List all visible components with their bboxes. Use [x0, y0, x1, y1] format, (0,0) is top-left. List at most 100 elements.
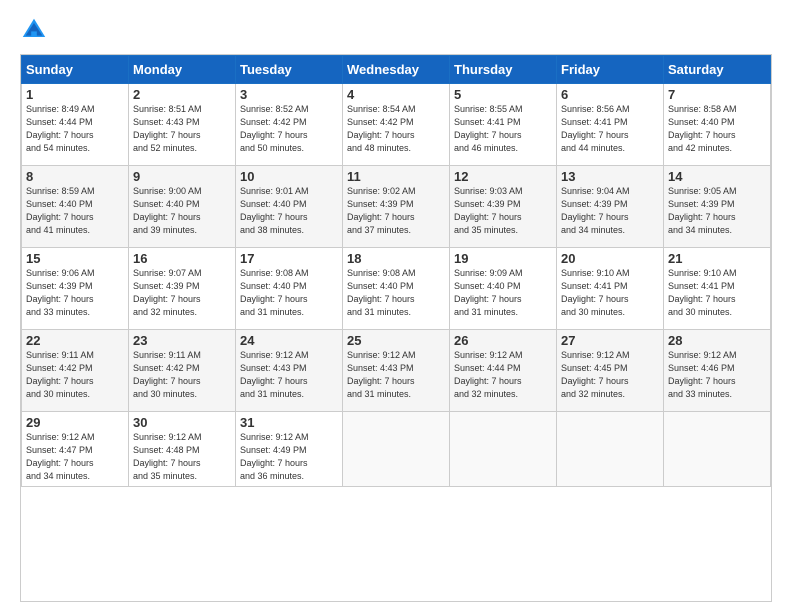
day-info: Sunrise: 9:06 AM Sunset: 4:39 PM Dayligh… [26, 267, 124, 319]
daylight-minutes: and 42 minutes. [668, 143, 732, 153]
day-info: Sunrise: 9:04 AM Sunset: 4:39 PM Dayligh… [561, 185, 659, 237]
day-cell: 3 Sunrise: 8:52 AM Sunset: 4:42 PM Dayli… [236, 84, 343, 166]
day-cell: 5 Sunrise: 8:55 AM Sunset: 4:41 PM Dayli… [450, 84, 557, 166]
week-row-2: 8 Sunrise: 8:59 AM Sunset: 4:40 PM Dayli… [22, 166, 771, 248]
daylight-label: Daylight: 7 hours [26, 294, 94, 304]
sunset-label: Sunset: 4:40 PM [26, 199, 93, 209]
day-number: 22 [26, 333, 124, 348]
daylight-minutes: and 44 minutes. [561, 143, 625, 153]
sunset-label: Sunset: 4:41 PM [561, 281, 628, 291]
sunset-label: Sunset: 4:46 PM [668, 363, 735, 373]
day-info: Sunrise: 9:09 AM Sunset: 4:40 PM Dayligh… [454, 267, 552, 319]
day-info: Sunrise: 8:55 AM Sunset: 4:41 PM Dayligh… [454, 103, 552, 155]
day-cell: 22 Sunrise: 9:11 AM Sunset: 4:42 PM Dayl… [22, 330, 129, 412]
day-number: 27 [561, 333, 659, 348]
sunset-label: Sunset: 4:39 PM [133, 281, 200, 291]
daylight-minutes: and 52 minutes. [133, 143, 197, 153]
header [20, 16, 772, 44]
logo-icon [20, 16, 48, 44]
sunset-label: Sunset: 4:40 PM [454, 281, 521, 291]
daylight-label: Daylight: 7 hours [347, 212, 415, 222]
day-number: 15 [26, 251, 124, 266]
day-cell: 11 Sunrise: 9:02 AM Sunset: 4:39 PM Dayl… [343, 166, 450, 248]
daylight-minutes: and 34 minutes. [26, 471, 90, 481]
sunrise-label: Sunrise: 9:10 AM [668, 268, 737, 278]
daylight-label: Daylight: 7 hours [454, 212, 522, 222]
day-cell [343, 412, 450, 487]
day-info: Sunrise: 8:56 AM Sunset: 4:41 PM Dayligh… [561, 103, 659, 155]
day-number: 19 [454, 251, 552, 266]
sunrise-label: Sunrise: 9:12 AM [454, 350, 523, 360]
day-info: Sunrise: 9:07 AM Sunset: 4:39 PM Dayligh… [133, 267, 231, 319]
day-info: Sunrise: 9:11 AM Sunset: 4:42 PM Dayligh… [133, 349, 231, 401]
sunrise-label: Sunrise: 8:51 AM [133, 104, 202, 114]
daylight-minutes: and 35 minutes. [454, 225, 518, 235]
week-row-5: 29 Sunrise: 9:12 AM Sunset: 4:47 PM Dayl… [22, 412, 771, 487]
sunset-label: Sunset: 4:48 PM [133, 445, 200, 455]
day-cell: 18 Sunrise: 9:08 AM Sunset: 4:40 PM Dayl… [343, 248, 450, 330]
day-info: Sunrise: 9:12 AM Sunset: 4:49 PM Dayligh… [240, 431, 338, 483]
header-cell-thursday: Thursday [450, 56, 557, 84]
daylight-label: Daylight: 7 hours [26, 376, 94, 386]
day-info: Sunrise: 8:49 AM Sunset: 4:44 PM Dayligh… [26, 103, 124, 155]
sunrise-label: Sunrise: 8:55 AM [454, 104, 523, 114]
week-row-3: 15 Sunrise: 9:06 AM Sunset: 4:39 PM Dayl… [22, 248, 771, 330]
sunrise-label: Sunrise: 9:10 AM [561, 268, 630, 278]
sunset-label: Sunset: 4:40 PM [668, 117, 735, 127]
day-info: Sunrise: 9:05 AM Sunset: 4:39 PM Dayligh… [668, 185, 766, 237]
daylight-minutes: and 37 minutes. [347, 225, 411, 235]
daylight-label: Daylight: 7 hours [668, 376, 736, 386]
day-info: Sunrise: 9:10 AM Sunset: 4:41 PM Dayligh… [668, 267, 766, 319]
daylight-minutes: and 30 minutes. [133, 389, 197, 399]
daylight-minutes: and 39 minutes. [133, 225, 197, 235]
week-row-1: 1 Sunrise: 8:49 AM Sunset: 4:44 PM Dayli… [22, 84, 771, 166]
day-number: 6 [561, 87, 659, 102]
day-info: Sunrise: 9:02 AM Sunset: 4:39 PM Dayligh… [347, 185, 445, 237]
daylight-label: Daylight: 7 hours [133, 376, 201, 386]
sunrise-label: Sunrise: 9:11 AM [26, 350, 94, 360]
sunrise-label: Sunrise: 9:05 AM [668, 186, 737, 196]
day-number: 30 [133, 415, 231, 430]
day-number: 8 [26, 169, 124, 184]
day-info: Sunrise: 9:12 AM Sunset: 4:47 PM Dayligh… [26, 431, 124, 483]
day-cell: 27 Sunrise: 9:12 AM Sunset: 4:45 PM Dayl… [557, 330, 664, 412]
daylight-minutes: and 32 minutes. [133, 307, 197, 317]
sunrise-label: Sunrise: 9:11 AM [133, 350, 201, 360]
sunset-label: Sunset: 4:43 PM [240, 363, 307, 373]
sunrise-label: Sunrise: 9:01 AM [240, 186, 309, 196]
day-cell: 21 Sunrise: 9:10 AM Sunset: 4:41 PM Dayl… [664, 248, 771, 330]
day-cell: 19 Sunrise: 9:09 AM Sunset: 4:40 PM Dayl… [450, 248, 557, 330]
day-cell: 4 Sunrise: 8:54 AM Sunset: 4:42 PM Dayli… [343, 84, 450, 166]
day-info: Sunrise: 8:59 AM Sunset: 4:40 PM Dayligh… [26, 185, 124, 237]
sunrise-label: Sunrise: 9:08 AM [240, 268, 309, 278]
day-number: 11 [347, 169, 445, 184]
sunrise-label: Sunrise: 9:12 AM [133, 432, 202, 442]
day-number: 24 [240, 333, 338, 348]
header-row: SundayMondayTuesdayWednesdayThursdayFrid… [22, 56, 771, 84]
header-cell-sunday: Sunday [22, 56, 129, 84]
week-row-4: 22 Sunrise: 9:11 AM Sunset: 4:42 PM Dayl… [22, 330, 771, 412]
sunset-label: Sunset: 4:40 PM [347, 281, 414, 291]
sunset-label: Sunset: 4:43 PM [133, 117, 200, 127]
daylight-minutes: and 50 minutes. [240, 143, 304, 153]
sunrise-label: Sunrise: 9:12 AM [561, 350, 630, 360]
daylight-label: Daylight: 7 hours [240, 130, 308, 140]
day-info: Sunrise: 8:54 AM Sunset: 4:42 PM Dayligh… [347, 103, 445, 155]
daylight-minutes: and 33 minutes. [668, 389, 732, 399]
daylight-minutes: and 30 minutes. [561, 307, 625, 317]
daylight-minutes: and 36 minutes. [240, 471, 304, 481]
day-number: 1 [26, 87, 124, 102]
day-cell: 7 Sunrise: 8:58 AM Sunset: 4:40 PM Dayli… [664, 84, 771, 166]
daylight-minutes: and 30 minutes. [668, 307, 732, 317]
day-number: 31 [240, 415, 338, 430]
day-cell: 29 Sunrise: 9:12 AM Sunset: 4:47 PM Dayl… [22, 412, 129, 487]
day-cell: 26 Sunrise: 9:12 AM Sunset: 4:44 PM Dayl… [450, 330, 557, 412]
day-info: Sunrise: 9:12 AM Sunset: 4:43 PM Dayligh… [347, 349, 445, 401]
sunrise-label: Sunrise: 9:03 AM [454, 186, 523, 196]
day-cell: 2 Sunrise: 8:51 AM Sunset: 4:43 PM Dayli… [129, 84, 236, 166]
sunset-label: Sunset: 4:41 PM [454, 117, 521, 127]
daylight-label: Daylight: 7 hours [240, 294, 308, 304]
daylight-label: Daylight: 7 hours [454, 376, 522, 386]
daylight-minutes: and 31 minutes. [347, 389, 411, 399]
day-number: 28 [668, 333, 766, 348]
